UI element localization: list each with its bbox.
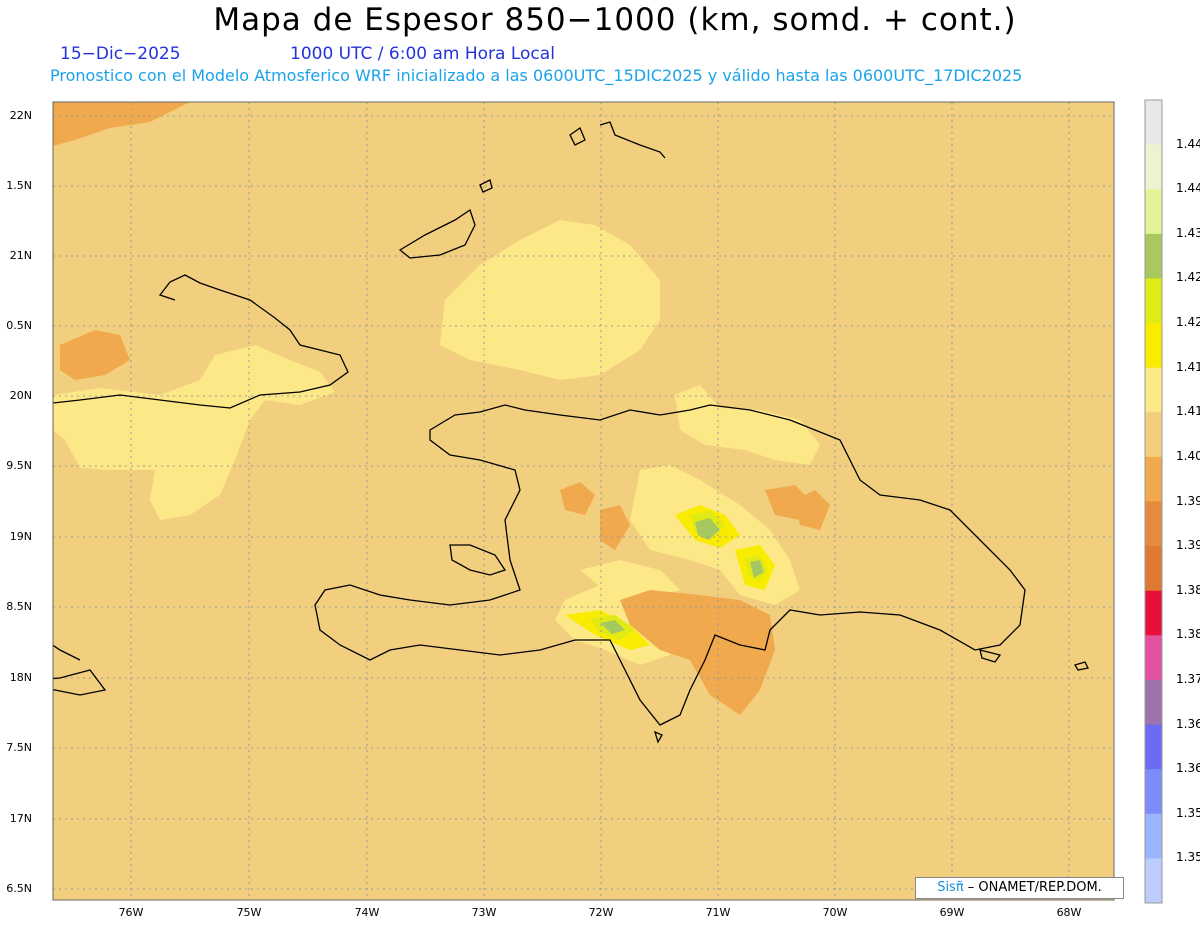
colorbar-label: 1.374: [1176, 671, 1200, 686]
lat-label: 0.5N: [6, 319, 32, 332]
lon-label: 75W: [236, 906, 262, 919]
credit-logo-text: Sisπ̃: [937, 880, 964, 895]
colorbar-label: 1.368: [1176, 716, 1200, 731]
colorbar-swatch: [1145, 679, 1162, 726]
colorbar-swatch: [1145, 189, 1162, 235]
colorbar-label: 1.398: [1176, 493, 1200, 508]
colorbar-label: 1.404: [1176, 448, 1200, 463]
colorbar-swatch: [1145, 412, 1162, 458]
colorbar-swatch: [1145, 769, 1162, 815]
colorbar-swatch: [1145, 456, 1162, 502]
lat-label: 8.5N: [6, 600, 32, 613]
colorbar-label: 1.434: [1176, 225, 1200, 240]
lat-label: 1.5N: [6, 179, 32, 192]
lon-label: 70W: [822, 906, 848, 919]
lon-label: 73W: [471, 906, 497, 919]
colorbar-swatch: [1145, 724, 1162, 770]
lat-label: 22N: [9, 109, 32, 122]
colorbar-swatch: [1145, 813, 1162, 859]
lat-label: 9.5N: [6, 459, 32, 472]
colorbar-swatch: [1145, 144, 1162, 190]
lon-label: 71W: [705, 906, 731, 919]
lon-label: 69W: [939, 906, 965, 919]
colorbar-label: 1.35: [1176, 850, 1200, 865]
thickness-map: [52, 99, 1163, 904]
colorbar-swatch: [1145, 367, 1162, 413]
lon-label: 68W: [1056, 906, 1082, 919]
lat-label: 7.5N: [6, 741, 32, 754]
colorbar-label: 1.356: [1176, 805, 1200, 820]
colorbar-label: 1.416: [1176, 359, 1200, 374]
lon-label: 76W: [118, 906, 144, 919]
lat-label: 19N: [9, 530, 32, 543]
colorbar-swatch: [1145, 858, 1162, 904]
colorbar-swatch: [1145, 590, 1162, 636]
colorbar: [1144, 99, 1163, 904]
credit-text: – ONAMET/REP.DOM.: [963, 880, 1102, 895]
colorbar-swatch: [1145, 233, 1162, 279]
lat-label: 6.5N: [6, 882, 32, 895]
lat-label: 18N: [9, 671, 32, 684]
colorbar-label: 1.422: [1176, 315, 1200, 330]
colorbar-label: 1.41: [1176, 404, 1200, 419]
lat-label: 17N: [9, 812, 32, 825]
colorbar-swatch: [1145, 278, 1162, 324]
colorbar-swatch: [1145, 635, 1162, 681]
colorbar-label: 1.44: [1176, 181, 1200, 196]
colorbar-label: 1.38: [1176, 627, 1200, 642]
lat-label: 21N: [9, 249, 32, 262]
colorbar-label: 1.386: [1176, 582, 1200, 597]
credit-box: Sisπ̃ – ONAMET/REP.DOM.: [915, 877, 1124, 899]
colorbar-label: 1.392: [1176, 538, 1200, 553]
colorbar-label: 1.362: [1176, 761, 1200, 776]
lat-label: 20N: [9, 389, 32, 402]
colorbar-swatch: [1145, 323, 1162, 369]
colorbar-swatch: [1145, 546, 1162, 592]
colorbar-swatch: [1145, 100, 1162, 146]
colorbar-swatch: [1145, 501, 1162, 547]
lon-label: 72W: [588, 906, 614, 919]
colorbar-label: 1.446: [1176, 136, 1200, 151]
lon-label: 74W: [354, 906, 380, 919]
colorbar-label: 1.428: [1176, 270, 1200, 285]
